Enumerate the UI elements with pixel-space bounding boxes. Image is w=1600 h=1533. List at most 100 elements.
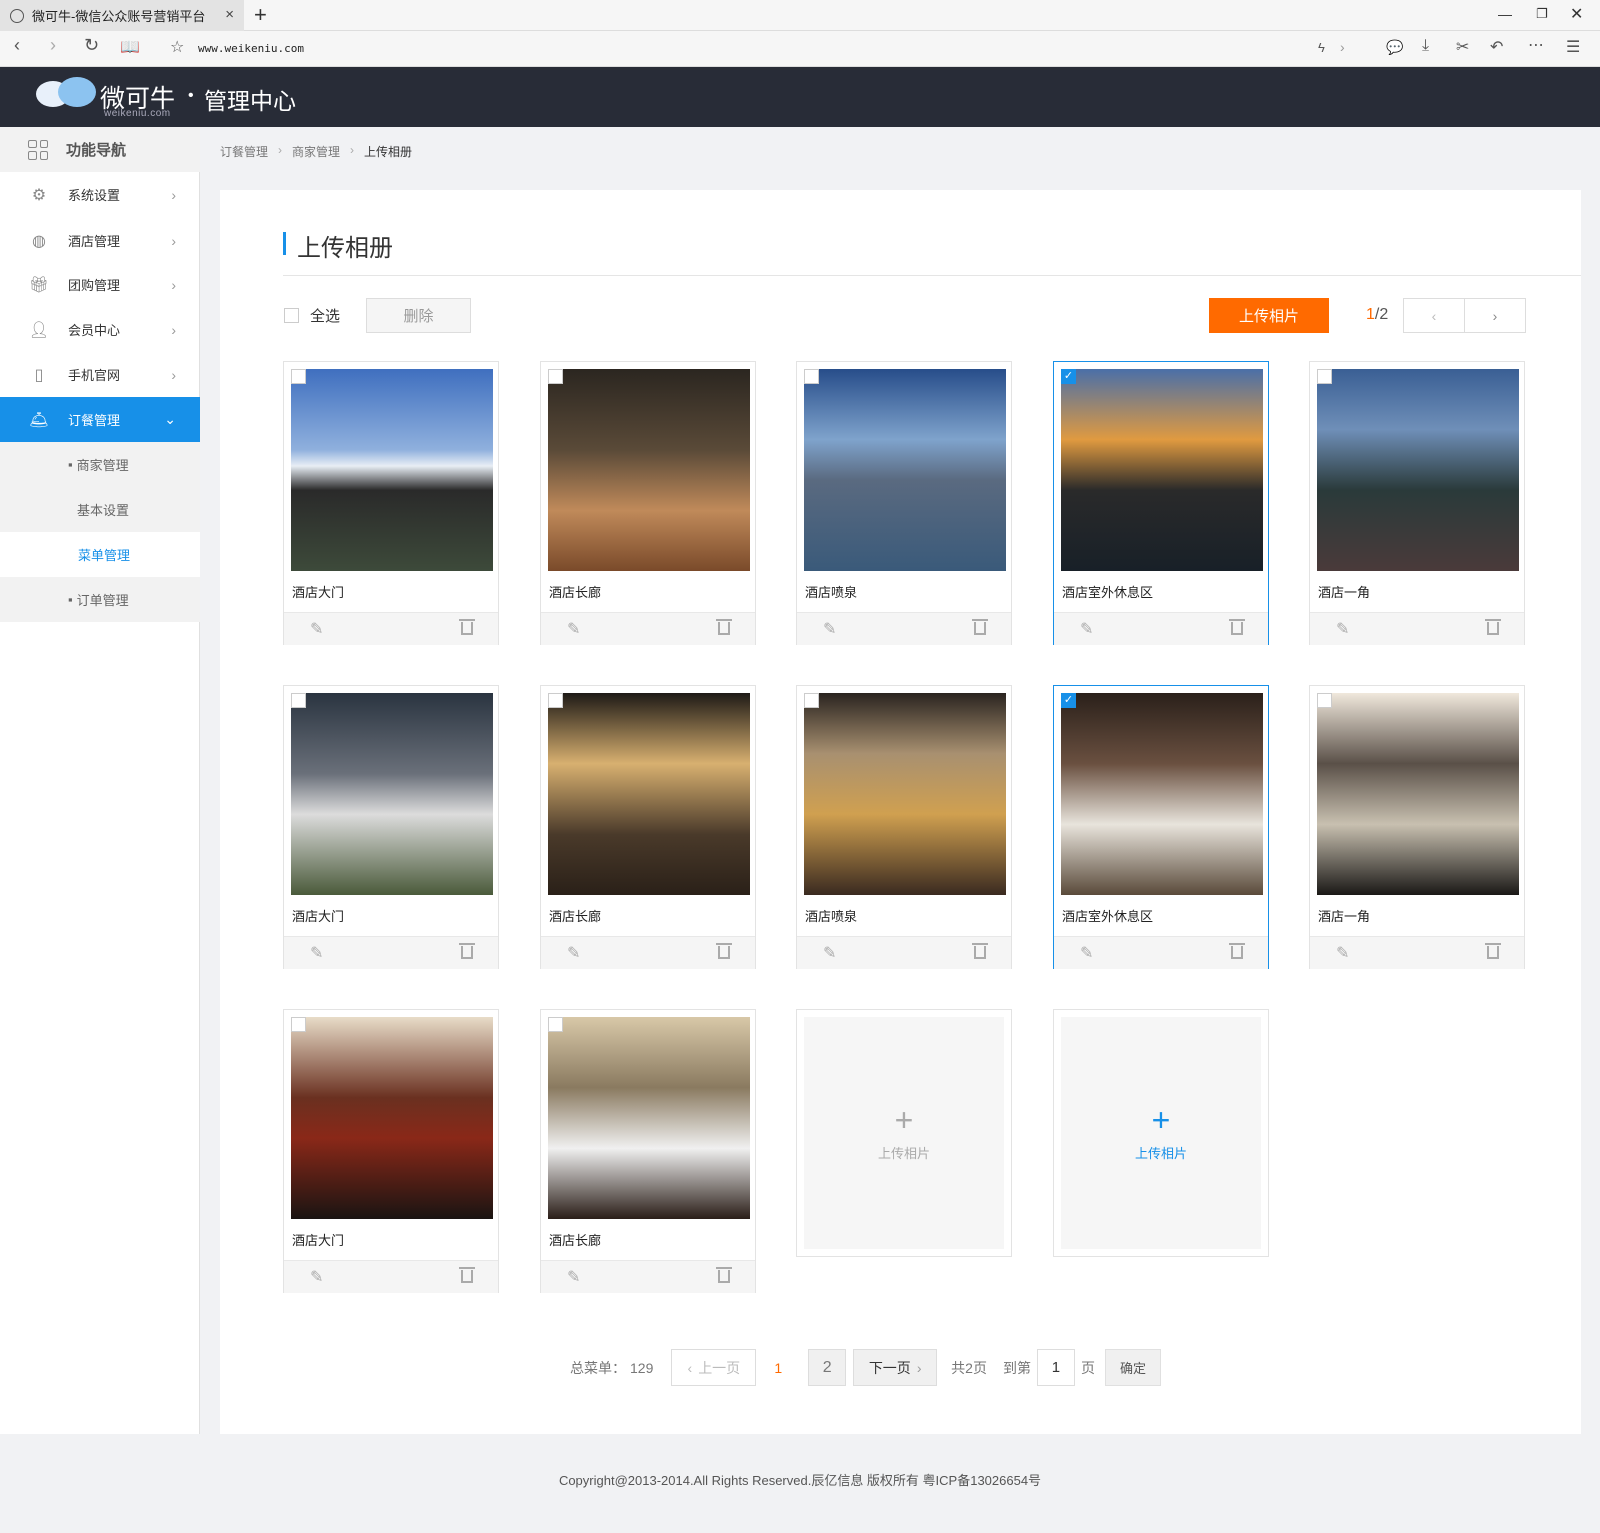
- upload-photo-button[interactable]: 上传相片: [1209, 298, 1329, 333]
- select-all-label[interactable]: 全选: [310, 305, 340, 326]
- trash-icon[interactable]: [1229, 942, 1245, 959]
- photo-checkbox[interactable]: [291, 369, 306, 384]
- photo-card[interactable]: 酒店长廊 ✎: [540, 1009, 756, 1293]
- photo-thumbnail[interactable]: [548, 693, 750, 895]
- photo-card[interactable]: 酒店大门 ✎: [283, 361, 499, 645]
- photo-checkbox[interactable]: [548, 369, 563, 384]
- undo-icon[interactable]: ↶: [1490, 37, 1503, 57]
- sidebar-subitem-menu[interactable]: 菜单管理: [0, 532, 200, 577]
- reader-icon[interactable]: 📖: [120, 37, 140, 57]
- pencil-icon[interactable]: ✎: [567, 1267, 580, 1287]
- photo-thumbnail[interactable]: [1061, 369, 1263, 571]
- more-icon[interactable]: ⋯: [1528, 35, 1544, 55]
- close-window-icon[interactable]: ✕: [1570, 4, 1583, 24]
- trash-icon[interactable]: [716, 1266, 732, 1283]
- new-tab-icon[interactable]: +: [254, 2, 267, 28]
- photo-checkbox[interactable]: [1317, 369, 1332, 384]
- confirm-button[interactable]: 确定: [1104, 1349, 1161, 1386]
- sidebar-subitem-basic-settings[interactable]: 基本设置: [0, 487, 200, 532]
- pencil-icon[interactable]: ✎: [567, 619, 580, 639]
- breadcrumb-item[interactable]: 商家管理: [292, 143, 340, 160]
- photo-thumbnail[interactable]: [804, 693, 1006, 895]
- sidebar-item-system-settings[interactable]: ⚙ 系统设置 ›: [0, 172, 200, 217]
- upload-photo-card[interactable]: + 上传相片: [1053, 1009, 1269, 1257]
- photo-card[interactable]: ✓ 酒店室外休息区 ✎: [1053, 361, 1269, 645]
- minimize-icon[interactable]: —: [1498, 6, 1512, 22]
- trash-icon[interactable]: [1229, 618, 1245, 635]
- scissors-icon[interactable]: ✂: [1456, 37, 1469, 57]
- photo-checkbox[interactable]: [804, 693, 819, 708]
- close-tab-icon[interactable]: ×: [225, 6, 234, 23]
- upload-area[interactable]: + 上传相片: [1061, 1017, 1261, 1249]
- upload-area[interactable]: + 上传相片: [804, 1017, 1004, 1249]
- pencil-icon[interactable]: ✎: [1336, 943, 1349, 963]
- photo-thumbnail[interactable]: [1317, 369, 1519, 571]
- page-number-current[interactable]: 1: [774, 1360, 782, 1376]
- photo-card[interactable]: 酒店大门 ✎: [283, 1009, 499, 1293]
- photo-thumbnail[interactable]: [291, 693, 493, 895]
- sidebar-subitem-orders[interactable]: ▪ 订单管理: [0, 577, 200, 622]
- chat-icon[interactable]: 💬: [1386, 39, 1403, 56]
- refresh-icon[interactable]: ↻: [84, 35, 99, 56]
- pencil-icon[interactable]: ✎: [1080, 619, 1093, 639]
- upload-photo-card[interactable]: + 上传相片: [796, 1009, 1012, 1257]
- sidebar-item-group-buy[interactable]: 🎁︎ 团购管理 ›: [0, 262, 200, 307]
- photo-card[interactable]: 酒店喷泉 ✎: [796, 361, 1012, 645]
- chevron-right-icon[interactable]: ›: [1340, 39, 1345, 55]
- goto-page-input[interactable]: 1: [1036, 1349, 1075, 1386]
- sidebar-item-ordering[interactable]: 🛎︎ 订餐管理 ⌄: [0, 397, 200, 442]
- photo-checkbox[interactable]: ✓: [1061, 369, 1076, 384]
- back-icon[interactable]: ‹: [14, 35, 20, 56]
- prev-page-button[interactable]: ‹ 上一页: [671, 1349, 757, 1386]
- photo-card[interactable]: ✓ 酒店室外休息区 ✎: [1053, 685, 1269, 969]
- sidebar-item-mobile-site[interactable]: ▯ 手机官网 ›: [0, 352, 200, 397]
- photo-thumbnail[interactable]: [548, 1017, 750, 1219]
- photo-thumbnail[interactable]: [1061, 693, 1263, 895]
- trash-icon[interactable]: [1485, 942, 1501, 959]
- pencil-icon[interactable]: ✎: [310, 619, 323, 639]
- trash-icon[interactable]: [459, 618, 475, 635]
- pencil-icon[interactable]: ✎: [823, 619, 836, 639]
- photo-checkbox[interactable]: [548, 1017, 563, 1032]
- sidebar-subitem-merchant[interactable]: ▪ 商家管理: [0, 442, 200, 487]
- trash-icon[interactable]: [716, 942, 732, 959]
- photo-thumbnail[interactable]: [291, 1017, 493, 1219]
- photo-thumbnail[interactable]: [1317, 693, 1519, 895]
- pencil-icon[interactable]: ✎: [823, 943, 836, 963]
- photo-card[interactable]: 酒店长廊 ✎: [540, 685, 756, 969]
- pencil-icon[interactable]: ✎: [310, 1267, 323, 1287]
- breadcrumb-item[interactable]: 订餐管理: [220, 143, 268, 160]
- trash-icon[interactable]: [1485, 618, 1501, 635]
- pencil-icon[interactable]: ✎: [567, 943, 580, 963]
- photo-card[interactable]: 酒店一角 ✎: [1309, 361, 1525, 645]
- photo-card[interactable]: 酒店长廊 ✎: [540, 361, 756, 645]
- sidebar-item-member[interactable]: 👤︎ 会员中心 ›: [0, 307, 200, 352]
- photo-card[interactable]: 酒店喷泉 ✎: [796, 685, 1012, 969]
- photo-checkbox[interactable]: [804, 369, 819, 384]
- download-icon[interactable]: ⤓: [1422, 37, 1429, 55]
- menu-icon[interactable]: ☰: [1566, 37, 1580, 57]
- trash-icon[interactable]: [716, 618, 732, 635]
- photo-thumbnail[interactable]: [291, 369, 493, 571]
- photo-checkbox[interactable]: ✓: [1061, 693, 1076, 708]
- photo-checkbox[interactable]: [1317, 693, 1332, 708]
- select-all-checkbox[interactable]: [284, 308, 299, 323]
- restore-icon[interactable]: ❐: [1536, 6, 1548, 22]
- photo-card[interactable]: 酒店大门 ✎: [283, 685, 499, 969]
- photo-card[interactable]: 酒店一角 ✎: [1309, 685, 1525, 969]
- star-icon[interactable]: ☆: [170, 37, 184, 57]
- address-bar[interactable]: www.weikeniu.com: [198, 42, 304, 55]
- photo-checkbox[interactable]: [291, 1017, 306, 1032]
- pencil-icon[interactable]: ✎: [310, 943, 323, 963]
- lightning-icon[interactable]: ϟ: [1318, 40, 1325, 55]
- trash-icon[interactable]: [459, 942, 475, 959]
- next-page-button[interactable]: ›: [1464, 298, 1526, 333]
- pencil-icon[interactable]: ✎: [1080, 943, 1093, 963]
- trash-icon[interactable]: [459, 1266, 475, 1283]
- page-number[interactable]: 2: [808, 1349, 847, 1386]
- trash-icon[interactable]: [972, 942, 988, 959]
- prev-page-button[interactable]: ‹: [1403, 298, 1465, 333]
- sidebar-item-hotel[interactable]: ◍ 酒店管理 ›: [0, 218, 200, 263]
- next-page-button[interactable]: 下一页 ›: [853, 1349, 938, 1386]
- photo-thumbnail[interactable]: [804, 369, 1006, 571]
